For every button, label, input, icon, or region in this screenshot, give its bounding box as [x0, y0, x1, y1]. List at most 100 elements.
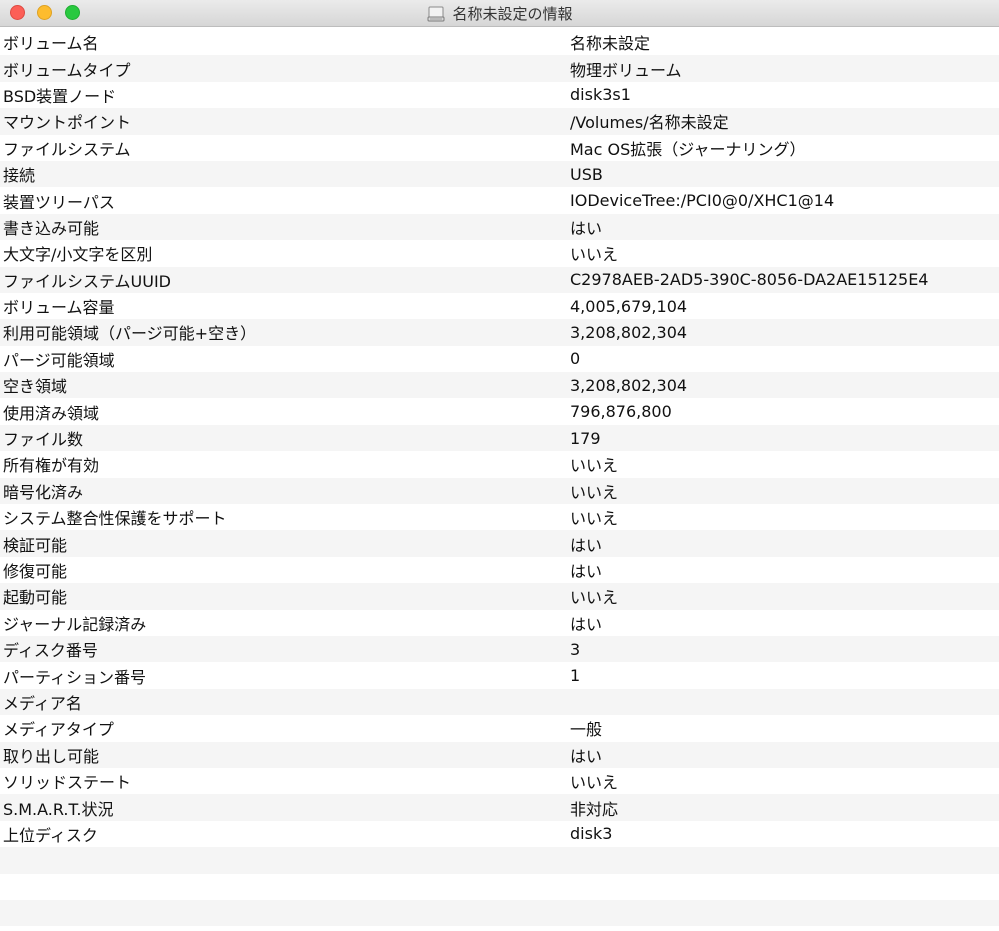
- table-row[interactable]: [0, 899, 999, 927]
- row-value: いいえ: [570, 456, 619, 476]
- row-label: パーティション番号: [3, 667, 147, 687]
- row-value: はい: [570, 535, 603, 555]
- row-label: システム整合性保護をサポート: [3, 509, 227, 529]
- row-value: 3,208,802,304: [570, 375, 688, 395]
- row-value: 796,876,800: [570, 402, 672, 422]
- disk-icon: [426, 5, 446, 23]
- row-label: 検証可能: [3, 535, 68, 555]
- row-value: いいえ: [570, 482, 619, 502]
- table-row[interactable]: ディスク番号 3: [0, 635, 999, 663]
- table-row[interactable]: パーティション番号 1: [0, 662, 999, 688]
- row-value: いいえ: [570, 588, 619, 608]
- table-row[interactable]: 上位ディスク disk3: [0, 821, 999, 847]
- table-row[interactable]: 起動可能 いいえ: [0, 583, 999, 610]
- row-value: 非対応: [570, 799, 619, 819]
- row-label: 書き込み可能: [3, 218, 100, 238]
- info-window: 名称未設定の情報 ボリューム名 名称未設定 ボリュームタイプ 物理ボリューム BSD装置…: [0, 0, 999, 931]
- row-value: C2978AEB-2AD5-390C-8056-DA2AE15125E4: [570, 270, 929, 290]
- row-label: ファイル数: [3, 430, 84, 450]
- row-label: マウントポイント: [3, 113, 132, 133]
- row-label: 大文字/小文字を区別: [3, 245, 153, 265]
- row-label: 修復可能: [3, 562, 68, 581]
- row-value: 物理ボリューム: [570, 60, 682, 80]
- row-value: いいえ: [570, 773, 619, 793]
- table-row[interactable]: ボリューム名 名称未設定: [0, 29, 999, 55]
- table-row[interactable]: 修復可能 はい: [0, 557, 999, 583]
- row-label: 起動可能: [3, 588, 68, 608]
- row-value: USB: [570, 164, 603, 184]
- row-label: メディア名: [3, 693, 82, 713]
- table-row[interactable]: 利用可能領域（パージ可能+空き） 3,208,802,304: [0, 319, 999, 346]
- row-label: メディアタイプ: [3, 720, 114, 740]
- table-row[interactable]: ボリュームタイプ 物理ボリューム: [0, 55, 999, 82]
- row-label: 利用可能領域（パージ可能+空き）: [3, 324, 257, 344]
- table-row[interactable]: [0, 874, 999, 900]
- table-row[interactable]: ファイル数 179: [0, 424, 999, 452]
- table-row[interactable]: システム整合性保護をサポート いいえ: [0, 504, 999, 530]
- table-row[interactable]: メディアタイプ 一般: [0, 715, 999, 741]
- row-value: 3: [570, 639, 581, 659]
- window-title: 名称未設定の情報: [452, 5, 573, 23]
- row-label: ディスク番号: [3, 641, 98, 661]
- row-label: 取り出し可能: [3, 746, 100, 766]
- row-value: 1: [570, 666, 581, 686]
- table-row[interactable]: 取り出し可能 はい: [0, 741, 999, 768]
- table-row[interactable]: S.M.A.R.T.状況 非対応: [0, 794, 999, 821]
- row-label: 所有権が有効: [3, 456, 100, 476]
- table-row[interactable]: 所有権が有効 いいえ: [0, 451, 999, 477]
- row-label: パージ可能領域: [3, 350, 115, 370]
- row-value: disk3s1: [570, 85, 631, 105]
- row-label: BSD装置ノード: [3, 86, 117, 106]
- row-value: はい: [570, 746, 603, 766]
- row-label: 上位ディスク: [3, 825, 98, 845]
- row-value: はい: [570, 614, 603, 634]
- row-label: ファイルシステム: [3, 139, 131, 159]
- table-row[interactable]: ファイルシステムUUID C2978AEB-2AD5-390C-8056-DA2A…: [0, 266, 999, 293]
- table-row[interactable]: [0, 847, 999, 874]
- title-bar[interactable]: 名称未設定の情報: [0, 0, 999, 27]
- table-row[interactable]: ファイルシステム Mac OS拡張（ジャーナリング）: [0, 135, 999, 161]
- table-row[interactable]: ソリッドステート いいえ: [0, 768, 999, 794]
- row-label: ボリューム名: [3, 34, 99, 54]
- table-row[interactable]: 検証可能 はい: [0, 530, 999, 557]
- row-value: 4,005,679,104: [570, 296, 688, 316]
- row-value: 179: [570, 428, 601, 448]
- table-row[interactable]: 大文字/小文字を区別 いいえ: [0, 240, 999, 266]
- row-label: S.M.A.R.T.状況: [3, 799, 114, 819]
- table-row[interactable]: 接続 USB: [0, 160, 999, 188]
- row-value: 3,208,802,304: [570, 322, 688, 342]
- row-label: 空き領域: [3, 377, 68, 397]
- window-title-group: 名称未設定の情報: [0, 0, 999, 27]
- table-row[interactable]: 書き込み可能 はい: [0, 213, 999, 241]
- row-value: 名称未設定: [570, 34, 651, 54]
- row-label: ジャーナル記録済み: [3, 614, 147, 634]
- row-value: /Volumes/名称未設定: [570, 113, 729, 133]
- table-row[interactable]: ボリューム容量 4,005,679,104: [0, 293, 999, 319]
- table-row[interactable]: マウントポイント/Volumes/名称未設定: [0, 108, 999, 135]
- table-row[interactable]: メディア名: [0, 688, 999, 716]
- row-label: ファイルシステムUUID: [3, 271, 171, 291]
- row-label: ソリッドステート: [3, 773, 132, 793]
- table-row[interactable]: 空き領域 3,208,802,304: [0, 372, 999, 399]
- row-value: Mac OS拡張（ジャーナリング）: [570, 139, 806, 159]
- table-row[interactable]: ジャーナル記録済み はい: [0, 610, 999, 636]
- row-value: 0: [570, 349, 581, 369]
- row-label: 使用済み領域: [3, 403, 100, 423]
- row-value: いいえ: [570, 509, 619, 529]
- table-row[interactable]: BSD装置ノード disk3s1: [0, 82, 999, 108]
- row-value: はい: [570, 218, 603, 238]
- table-row[interactable]: 装置ツリーパス IODeviceTree:/PCI0@0/XHC1@14: [0, 187, 999, 213]
- row-label: 暗号化済み: [3, 482, 84, 502]
- row-label: 接続: [3, 166, 36, 186]
- row-value: はい: [570, 562, 603, 581]
- table-row[interactable]: パージ可能領域 0: [0, 346, 999, 372]
- row-value: 一般: [570, 720, 603, 740]
- table-row[interactable]: 暗号化済み いいえ: [0, 477, 999, 505]
- row-label: 装置ツリーパス: [3, 192, 115, 212]
- row-value: disk3: [570, 824, 613, 844]
- row-label: ボリュームタイプ: [3, 60, 131, 80]
- table-row[interactable]: 使用済み領域 796,876,800: [0, 398, 999, 424]
- row-value: IODeviceTree:/PCI0@0/XHC1@14: [570, 191, 835, 211]
- row-value: いいえ: [570, 245, 619, 265]
- row-label: ボリューム容量: [3, 298, 115, 318]
